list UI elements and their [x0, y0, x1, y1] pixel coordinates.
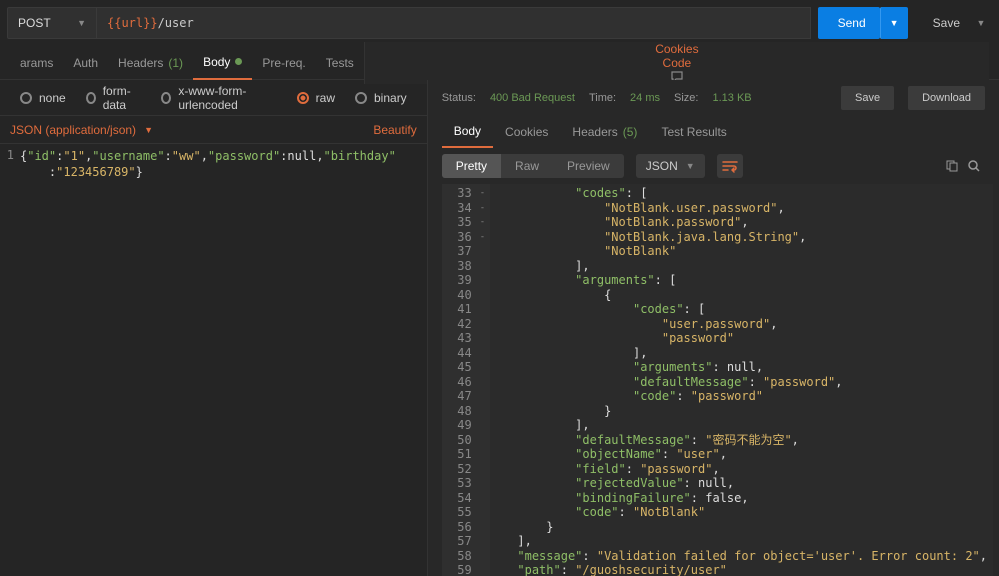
headers-count: (1): [168, 56, 183, 70]
save-button[interactable]: Save: [915, 7, 970, 39]
send-dropdown-button[interactable]: ▼: [880, 7, 908, 39]
size-value: 1.13 KB: [712, 92, 751, 104]
cookies-link[interactable]: Cookies: [645, 42, 708, 56]
tab-headers[interactable]: Headers(1): [108, 46, 193, 80]
response-fold-column: - - - -: [480, 184, 490, 576]
http-method-value: POST: [18, 16, 51, 30]
http-method-select[interactable]: POST ▼: [7, 7, 97, 39]
resp-tab-body[interactable]: Body: [442, 116, 493, 148]
radio-icon: [161, 92, 171, 104]
resp-tab-cookies[interactable]: Cookies: [493, 116, 560, 148]
url-path: /user: [158, 16, 194, 30]
modified-dot-icon: [235, 58, 242, 65]
view-preview[interactable]: Preview: [553, 154, 624, 178]
resp-type-select[interactable]: JSON▼: [636, 154, 705, 178]
response-gutter: 33 34 35 36 37 38 39 40 41 42 43 44 45 4…: [442, 184, 480, 576]
url-input[interactable]: {{url}}/user: [97, 7, 811, 39]
view-raw[interactable]: Raw: [501, 154, 553, 178]
body-type-select[interactable]: JSON (application/json)▼: [10, 123, 153, 137]
radio-xwww[interactable]: x-www-form-urlencoded: [151, 84, 286, 112]
copy-icon[interactable]: [941, 155, 963, 177]
line-number: 1: [7, 148, 14, 162]
url-variable: {{url}}: [107, 16, 158, 30]
tab-body[interactable]: Body: [193, 46, 252, 80]
radio-icon: [297, 92, 309, 104]
response-body-code: "codes": [ "NotBlank.user.password", "No…: [490, 184, 993, 576]
beautify-link[interactable]: Beautify: [373, 123, 416, 137]
size-label: Size:: [674, 92, 698, 104]
tab-prereq[interactable]: Pre-req.: [252, 46, 315, 80]
status-value: 400 Bad Request: [490, 92, 575, 104]
wrap-lines-button[interactable]: [717, 154, 743, 178]
chevron-down-icon: ▼: [686, 161, 695, 171]
tab-auth[interactable]: Auth: [63, 46, 108, 80]
resp-tab-headers[interactable]: Headers(5): [560, 116, 649, 148]
tab-params[interactable]: arams: [10, 46, 63, 80]
response-body-viewer[interactable]: 33 34 35 36 37 38 39 40 41 42 43 44 45 4…: [442, 184, 993, 576]
search-icon[interactable]: [963, 155, 985, 177]
chevron-down-icon: ▼: [144, 125, 153, 135]
save-dropdown-button[interactable]: ▼: [970, 7, 992, 39]
radio-icon: [355, 92, 367, 104]
save-response-button[interactable]: Save: [841, 86, 894, 110]
chevron-down-icon: ▼: [890, 18, 899, 28]
view-mode-group: Pretty Raw Preview: [442, 154, 624, 178]
resp-headers-count: (5): [623, 125, 638, 139]
code-link[interactable]: Code: [653, 56, 702, 70]
radio-form-data[interactable]: form-data: [76, 84, 152, 112]
time-label: Time:: [589, 92, 616, 104]
radio-icon: [86, 92, 96, 104]
time-value: 24 ms: [630, 92, 660, 104]
resp-tab-testresults[interactable]: Test Results: [649, 116, 738, 148]
chevron-down-icon: ▼: [77, 18, 86, 28]
radio-none[interactable]: none: [10, 91, 76, 105]
download-response-button[interactable]: Download: [908, 86, 985, 110]
status-label: Status:: [442, 92, 476, 104]
radio-raw[interactable]: raw: [287, 91, 345, 105]
request-body-editor[interactable]: 1 {"id":"1","username":"ww","password":n…: [0, 144, 427, 576]
radio-icon: [20, 92, 32, 104]
chevron-down-icon: ▼: [977, 18, 986, 28]
send-button[interactable]: Send: [818, 7, 880, 39]
tab-tests[interactable]: Tests: [316, 46, 364, 80]
radio-binary[interactable]: binary: [345, 91, 417, 105]
view-pretty[interactable]: Pretty: [442, 154, 501, 178]
request-body-code: {"id":"1","username":"ww","password":nul…: [20, 148, 427, 576]
